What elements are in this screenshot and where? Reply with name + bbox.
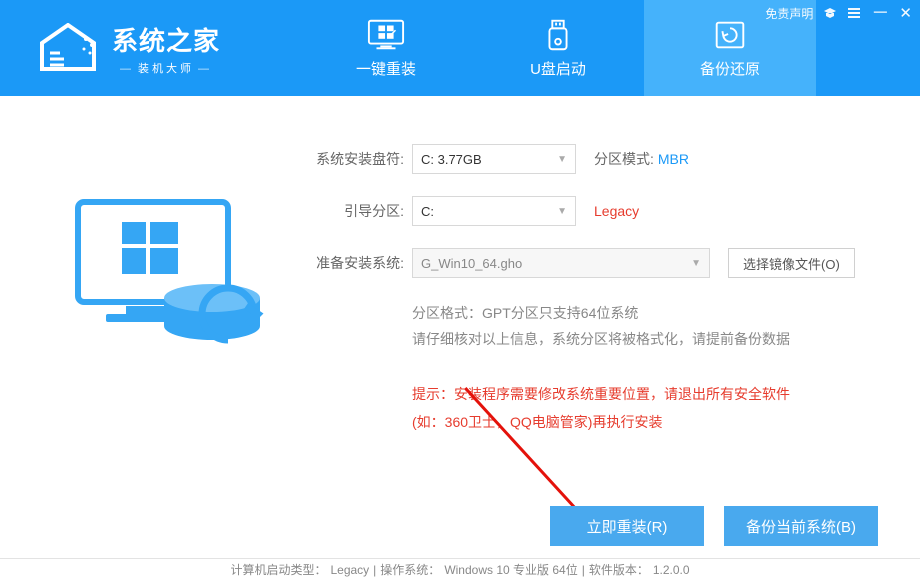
brand-title: 系统之家 [112, 21, 220, 58]
info-partition-format: 分区格式：GPT分区只支持64位系统 [412, 300, 880, 326]
partition-mode-label: 分区模式: [594, 149, 654, 169]
status-ver-value: 1.2.0.0 [653, 563, 690, 577]
usb-icon [539, 18, 577, 52]
prepare-image-value: G_Win10_64.gho [421, 256, 522, 271]
install-drive-select[interactable]: C: 3.77GB ▼ [412, 144, 576, 174]
graduation-icon[interactable] [823, 6, 837, 20]
illustration [40, 144, 300, 436]
install-drive-value: C: 3.77GB [421, 152, 482, 167]
chevron-down-icon: ▼ [557, 206, 567, 217]
nav-label: U盘启动 [530, 58, 586, 79]
chevron-down-icon: ▼ [557, 154, 567, 165]
backup-system-button[interactable]: 备份当前系统(B) [724, 506, 878, 546]
status-bar: 计算机启动类型： Legacy | 操作系统： Windows 10 专业版 6… [0, 558, 920, 580]
house-logo-icon [36, 23, 100, 73]
form-panel: 系统安装盘符: C: 3.77GB ▼ 分区模式: MBR 引导分区: C: ▼… [300, 144, 880, 436]
chevron-down-icon: ▼ [691, 258, 701, 269]
titlebar-controls: 免责声明 － ✕ [765, 4, 912, 22]
boot-mode-value: Legacy [594, 203, 639, 219]
minimize-button[interactable]: － [871, 8, 889, 18]
monitor-icon [367, 18, 405, 52]
logo: 系统之家 装机大师 [0, 21, 300, 76]
partition-mode-value: MBR [658, 151, 689, 167]
status-os-value: Windows 10 专业版 64位 [444, 561, 577, 578]
boot-partition-select[interactable]: C: ▼ [412, 196, 576, 226]
status-boot-value: Legacy [330, 563, 369, 577]
brand-subtitle: 装机大师 [112, 60, 220, 76]
reinstall-now-button[interactable]: 立即重装(R) [550, 506, 704, 546]
boot-partition-label: 引导分区: [306, 201, 404, 221]
nav-label: 备份还原 [700, 58, 760, 79]
choose-image-button[interactable]: 选择镜像文件(O) [728, 248, 855, 278]
status-ver-label: 软件版本： [589, 561, 649, 578]
info-verify: 请仔细核对以上信息，系统分区将被格式化，请提前备份数据 [412, 326, 880, 352]
boot-partition-value: C: [421, 204, 434, 219]
disclaimer-link[interactable]: 免责声明 [765, 5, 813, 22]
restore-icon [711, 18, 749, 52]
menu-icon[interactable] [847, 6, 861, 20]
prepare-label: 准备安装系统: [306, 253, 404, 273]
prepare-image-select[interactable]: G_Win10_64.gho ▼ [412, 248, 710, 278]
status-boot-label: 计算机启动类型： [230, 561, 326, 578]
close-button[interactable]: ✕ [899, 4, 912, 22]
status-os-label: 操作系统： [380, 561, 440, 578]
nav-label: 一键重装 [356, 58, 416, 79]
nav-usb-boot[interactable]: U盘启动 [472, 0, 644, 96]
nav-reinstall[interactable]: 一键重装 [300, 0, 472, 96]
install-drive-label: 系统安装盘符: [306, 149, 404, 169]
